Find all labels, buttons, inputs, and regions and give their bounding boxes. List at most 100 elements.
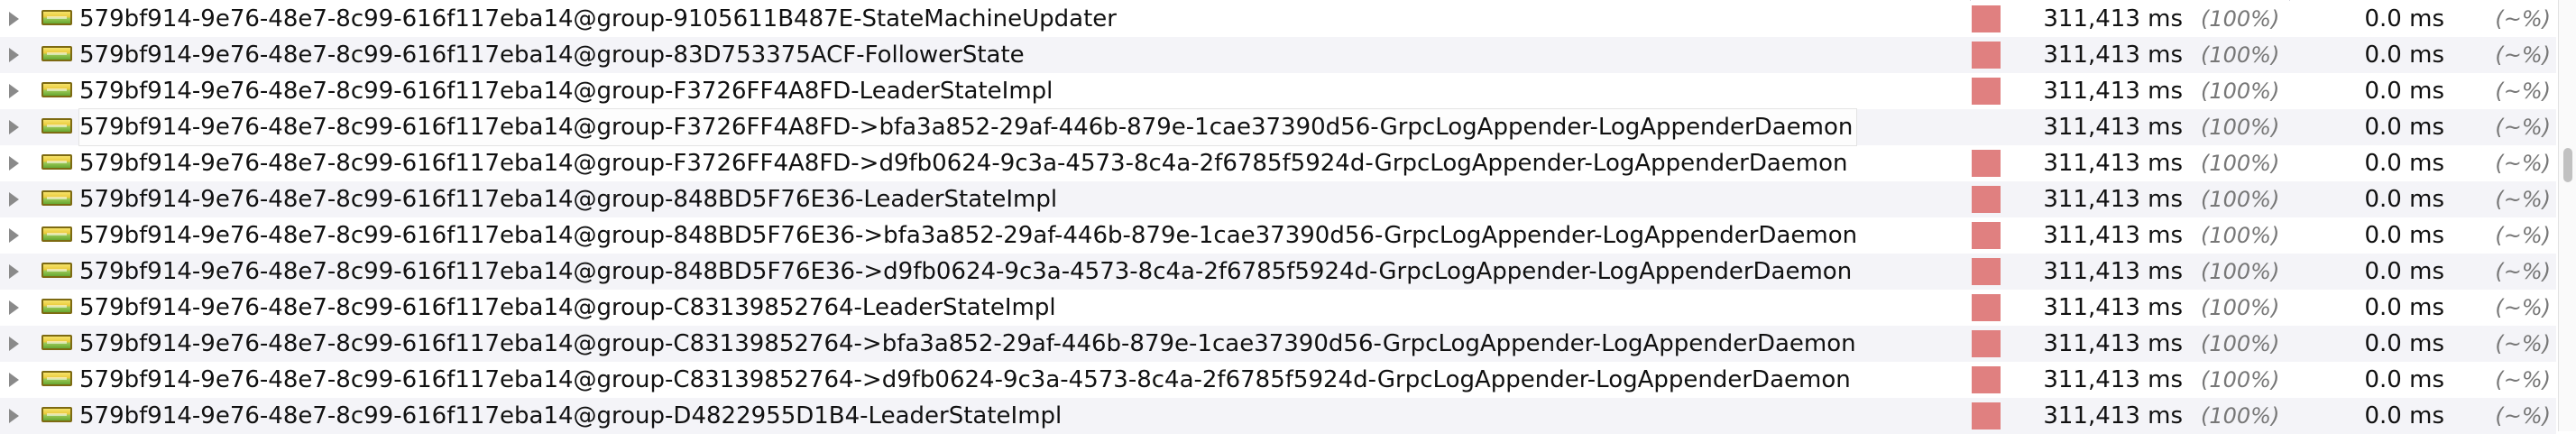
disclosure-triangle-icon[interactable] xyxy=(9,84,19,98)
table-row[interactable]: 579bf914-9e76-48e7-8c99-616f117eba14@gro… xyxy=(0,145,2556,181)
thread-name-cell: 579bf914-9e76-48e7-8c99-616f117eba14@gro… xyxy=(79,398,2028,434)
table-row[interactable]: 579bf914-9e76-48e7-8c99-616f117eba14@gro… xyxy=(0,1,2556,37)
disclosure-triangle-icon[interactable] xyxy=(9,373,19,387)
disclosure-triangle-icon[interactable] xyxy=(9,156,19,171)
thread-name: 579bf914-9e76-48e7-8c99-616f117eba14@gro… xyxy=(79,42,1025,69)
self-time: 0.0 ms xyxy=(2364,330,2445,357)
total-time: 311,413 ms xyxy=(2043,5,2183,32)
self-time: 0.0 ms xyxy=(2364,366,2445,393)
thread-name-cell: 579bf914-9e76-48e7-8c99-616f117eba14@gro… xyxy=(79,73,2028,109)
disclosure-triangle-icon[interactable] xyxy=(9,264,19,279)
self-percent: (~%) xyxy=(2495,115,2551,140)
thread-name-cell: 579bf914-9e76-48e7-8c99-616f117eba14@gro… xyxy=(79,254,2028,290)
disclosure-triangle-icon[interactable] xyxy=(9,192,19,207)
thread-icon xyxy=(41,190,72,206)
total-percent: (100%) xyxy=(2201,115,2280,140)
thread-name: 579bf914-9e76-48e7-8c99-616f117eba14@gro… xyxy=(79,109,1857,145)
thread-name: 579bf914-9e76-48e7-8c99-616f117eba14@gro… xyxy=(79,258,1853,285)
thread-name-cell: 579bf914-9e76-48e7-8c99-616f117eba14@gro… xyxy=(79,145,2028,181)
thread-name: 579bf914-9e76-48e7-8c99-616f117eba14@gro… xyxy=(79,150,1848,177)
table-row[interactable]: 579bf914-9e76-48e7-8c99-616f117eba14@gro… xyxy=(0,326,2556,362)
table-row[interactable]: 579bf914-9e76-48e7-8c99-616f117eba14@gro… xyxy=(0,73,2556,109)
vertical-scrollbar[interactable] xyxy=(2558,0,2576,431)
table-row[interactable]: 579bf914-9e76-48e7-8c99-616f117eba14@gro… xyxy=(0,254,2556,290)
self-percent: (~%) xyxy=(2495,223,2551,248)
disclosure-triangle-icon[interactable] xyxy=(9,12,19,26)
self-percent: (~%) xyxy=(2495,42,2551,68)
disclosure-triangle-icon[interactable] xyxy=(9,409,19,423)
self-percent: (~%) xyxy=(2495,259,2551,284)
total-time: 311,413 ms xyxy=(2043,114,2183,141)
total-time: 311,413 ms xyxy=(2043,222,2183,249)
total-time: 311,413 ms xyxy=(2043,330,2183,357)
thread-name-cell: 579bf914-9e76-48e7-8c99-616f117eba14@gro… xyxy=(79,290,2028,326)
table-row[interactable]: 579bf914-9e76-48e7-8c99-616f117eba14@gro… xyxy=(0,217,2556,254)
table-row[interactable]: 579bf914-9e76-48e7-8c99-616f117eba14@gro… xyxy=(0,181,2556,217)
self-time: 0.0 ms xyxy=(2364,222,2445,249)
thread-name: 579bf914-9e76-48e7-8c99-616f117eba14@gro… xyxy=(79,330,1856,357)
total-percent: (100%) xyxy=(2201,78,2280,104)
total-time: 311,413 ms xyxy=(2043,258,2183,285)
self-percent: (~%) xyxy=(2495,78,2551,104)
thread-icon xyxy=(41,263,72,278)
thread-name: 579bf914-9e76-48e7-8c99-616f117eba14@gro… xyxy=(79,402,1063,429)
self-time: 0.0 ms xyxy=(2364,78,2445,105)
total-time: 311,413 ms xyxy=(2043,42,2183,69)
total-time: 311,413 ms xyxy=(2043,366,2183,393)
thread-icon xyxy=(41,299,72,314)
self-percent: (~%) xyxy=(2495,6,2551,32)
total-percent: (100%) xyxy=(2201,187,2280,212)
disclosure-triangle-icon[interactable] xyxy=(9,228,19,243)
total-percent: (100%) xyxy=(2201,403,2280,429)
self-time: 0.0 ms xyxy=(2364,258,2445,285)
total-time: 311,413 ms xyxy=(2043,294,2183,321)
table-row[interactable]: 579bf914-9e76-48e7-8c99-616f117eba14@gro… xyxy=(0,290,2556,326)
total-time: 311,413 ms xyxy=(2043,402,2183,429)
total-time: 311,413 ms xyxy=(2043,186,2183,213)
self-time: 0.0 ms xyxy=(2364,114,2445,141)
thread-name: 579bf914-9e76-48e7-8c99-616f117eba14@gro… xyxy=(79,366,1851,393)
self-time: 0.0 ms xyxy=(2364,186,2445,213)
table-row[interactable]: 579bf914-9e76-48e7-8c99-616f117eba14@gro… xyxy=(0,109,2556,145)
total-percent: (100%) xyxy=(2201,367,2280,392)
total-percent: (100%) xyxy=(2201,151,2280,176)
table-row[interactable]: 579bf914-9e76-48e7-8c99-616f117eba14@gro… xyxy=(0,398,2556,434)
thread-name: 579bf914-9e76-48e7-8c99-616f117eba14@gro… xyxy=(79,294,1056,321)
thread-icon xyxy=(41,335,72,350)
total-time: 311,413 ms xyxy=(2043,150,2183,177)
thread-name: 579bf914-9e76-48e7-8c99-616f117eba14@gro… xyxy=(79,78,1053,105)
thread-icon xyxy=(41,407,72,422)
table-row[interactable]: 579bf914-9e76-48e7-8c99-616f117eba14@gro… xyxy=(0,37,2556,73)
thread-name-cell: 579bf914-9e76-48e7-8c99-616f117eba14@gro… xyxy=(79,326,2028,362)
thread-icon xyxy=(41,10,72,25)
self-percent: (~%) xyxy=(2495,295,2551,320)
scrollbar-thumb[interactable] xyxy=(2563,148,2572,182)
self-time: 0.0 ms xyxy=(2364,402,2445,429)
disclosure-triangle-icon[interactable] xyxy=(9,337,19,351)
thread-icon xyxy=(41,82,72,97)
thread-name-cell: 579bf914-9e76-48e7-8c99-616f117eba14@gro… xyxy=(79,1,2028,37)
total-percent: (100%) xyxy=(2201,259,2280,284)
total-percent: (100%) xyxy=(2201,6,2280,32)
thread-icon xyxy=(41,46,72,61)
table-row[interactable]: 579bf914-9e76-48e7-8c99-616f117eba14@gro… xyxy=(0,362,2556,398)
total-percent: (100%) xyxy=(2201,331,2280,356)
disclosure-triangle-icon[interactable] xyxy=(9,48,19,62)
disclosure-triangle-icon[interactable] xyxy=(9,120,19,134)
self-time: 0.0 ms xyxy=(2364,294,2445,321)
self-time: 0.0 ms xyxy=(2364,42,2445,69)
self-percent: (~%) xyxy=(2495,403,2551,429)
self-percent: (~%) xyxy=(2495,367,2551,392)
thread-icon xyxy=(41,371,72,386)
thread-name: 579bf914-9e76-48e7-8c99-616f117eba14@gro… xyxy=(79,186,1058,213)
thread-icon xyxy=(41,118,72,134)
thread-name-cell: 579bf914-9e76-48e7-8c99-616f117eba14@gro… xyxy=(79,217,2028,254)
thread-call-tree-table: 579bf914-9e76-48e7-8c99-616f117eba14@gro… xyxy=(0,0,2576,434)
thread-name: 579bf914-9e76-48e7-8c99-616f117eba14@gro… xyxy=(79,5,1117,32)
disclosure-triangle-icon[interactable] xyxy=(9,300,19,315)
self-percent: (~%) xyxy=(2495,331,2551,356)
thread-name-cell: 579bf914-9e76-48e7-8c99-616f117eba14@gro… xyxy=(79,37,2028,73)
self-percent: (~%) xyxy=(2495,151,2551,176)
self-time: 0.0 ms xyxy=(2364,150,2445,177)
total-percent: (100%) xyxy=(2201,42,2280,68)
